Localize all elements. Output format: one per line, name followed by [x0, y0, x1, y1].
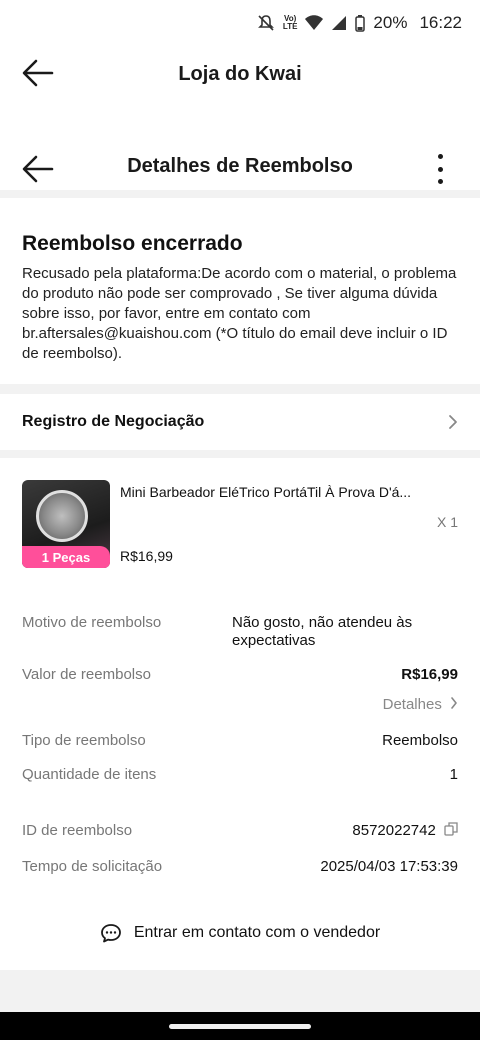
refund-reason-label: Motivo de reembolso	[22, 614, 162, 631]
negotiation-record-row[interactable]: Registro de Negociação	[0, 394, 480, 458]
chevron-right-icon	[451, 697, 457, 709]
refund-type-label: Tipo de reembolso	[22, 732, 146, 749]
top-bar: Loja do Kwai	[0, 46, 480, 102]
product-item[interactable]: 1 Peças Mini Barbeador EléTrico PortáTil…	[22, 480, 458, 570]
request-time-label: Tempo de solicitação	[22, 858, 163, 875]
request-time-row: Tempo de solicitação 2025/04/03 17:53:39	[22, 858, 458, 875]
sub-header: Detalhes de Reembolso	[0, 142, 480, 198]
pieces-badge: 1 Peças	[22, 546, 110, 568]
contact-seller-button[interactable]: Entrar em contato com o vendedor	[0, 910, 480, 956]
battery-level: 20%	[373, 13, 408, 32]
refund-type-row: Tipo de reembolso Reembolso	[22, 732, 458, 749]
copy-icon[interactable]	[444, 822, 458, 836]
battery-icon	[355, 14, 366, 32]
contact-seller-label: Entrar em contato com o vendedor	[133, 924, 381, 941]
chat-bubble-icon	[100, 924, 121, 943]
clock: 16:22	[419, 13, 462, 32]
back-arrow-icon[interactable]	[22, 58, 54, 88]
status-bar: Vo) LTE 20% 16:22	[0, 0, 480, 46]
refund-reason-value: Não gosto, não atendeu às expectativas	[232, 614, 413, 649]
product-price: R$16,99	[120, 548, 173, 564]
details-link[interactable]: Detalhes	[383, 696, 458, 713]
refund-id-row: ID de reembolso 8572022742	[22, 822, 458, 839]
details-link-label: Detalhes	[382, 696, 442, 713]
refund-id-value: 8572022742	[352, 822, 458, 839]
refund-amount-value: R$16,99	[401, 666, 458, 683]
request-time-value: 2025/04/03 17:53:39	[320, 858, 458, 875]
refund-details-title: Detalhes de Reembolso	[127, 154, 353, 177]
page-title: Loja do Kwai	[178, 62, 302, 85]
refund-reason-row: Motivo de reembolso Não gosto, não atend…	[22, 614, 458, 650]
product-quantity: X 1	[436, 514, 458, 530]
refund-amount-row: Valor de reembolso R$16,99	[22, 666, 458, 683]
item-quantity-value: 1	[449, 766, 458, 783]
back-arrow-icon[interactable]	[22, 154, 54, 184]
system-navigation-bar	[0, 1012, 480, 1040]
wifi-icon	[305, 15, 324, 30]
footer-spacer	[0, 970, 480, 1012]
refund-status-heading: Reembolso encerrado	[22, 232, 243, 255]
product-thumbnail: 1 Peças	[22, 480, 110, 568]
item-quantity-label: Quantidade de itens	[22, 766, 157, 783]
product-name: Mini Barbeador EléTrico PortáTil À Prova…	[120, 484, 412, 500]
refund-status-description: Recusado pela plataforma:De acordo com o…	[22, 265, 457, 362]
refund-amount-label: Valor de reembolso	[22, 666, 151, 683]
more-options-icon[interactable]	[436, 154, 444, 184]
item-quantity-row: Quantidade de itens 1	[22, 766, 458, 783]
product-image	[36, 490, 88, 542]
signal-icon	[332, 16, 347, 30]
refund-status-card: Reembolso encerrado Recusado pela plataf…	[0, 206, 480, 394]
refund-type-value: Reembolso	[382, 732, 458, 749]
mute-icon	[257, 15, 274, 31]
refund-id-text: 8572022742	[352, 822, 436, 839]
home-gesture-handle[interactable]	[169, 1023, 311, 1029]
chevron-right-icon	[449, 415, 457, 429]
negotiation-record-label: Registro de Negociação	[22, 413, 205, 430]
lte-icon: Vo) LTE	[282, 14, 298, 31]
refund-id-label: ID de reembolso	[22, 822, 133, 839]
